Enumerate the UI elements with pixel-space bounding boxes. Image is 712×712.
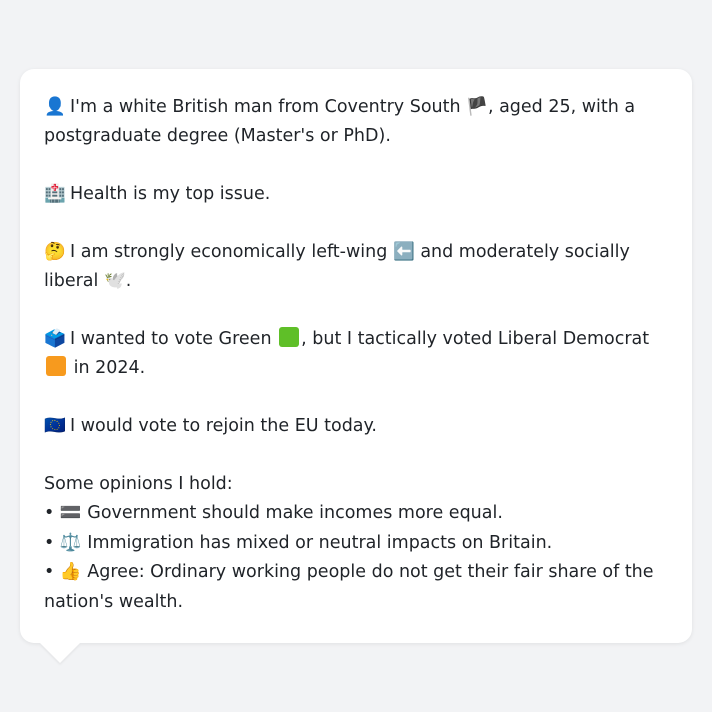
ballot-box-icon: 🗳️ [44,329,66,349]
thinking-face-icon: 🤔 [44,242,66,262]
ideology-paragraph: 🤔 I am strongly economically left-wing ⬅️… [44,238,668,296]
england-flag-icon: 🏴 [466,97,488,117]
person-silhouette-icon: 👤 [44,97,66,117]
list-item: • 🟰 Government should make incomes more … [44,499,668,529]
vote-text-3: in 2024. [73,358,146,378]
opinion-text: Immigration has mixed or neutral impacts… [87,532,553,553]
opinions-heading: Some opinions I hold: [44,474,233,494]
list-item: • 👍 Agree: Ordinary working people do no… [44,558,668,617]
message-bubble: 👤 I'm a white British man from Coventry S… [20,69,692,643]
eu-flag-icon: 🇪🇺 [44,416,66,436]
vote-text-1: I wanted to vote Green [70,329,272,349]
thumbs-up-icon: 👍 [59,562,82,582]
hospital-icon: 🏥 [44,184,66,204]
eu-paragraph: 🇪🇺 I would vote to rejoin the EU today. [44,412,668,441]
balance-scale-icon: ⚖️ [59,532,82,553]
economic-text: I am strongly economically left-wing [70,242,388,262]
opinion-text: Agree: Ordinary working people do not ge… [44,562,654,612]
bullet: • [44,562,55,582]
intro-paragraph: 👤 I'm a white British man from Coventry S… [44,93,668,151]
bullet: • [44,532,55,553]
left-arrow-icon: ⬅️ [392,242,415,262]
vote-paragraph: 🗳️ I wanted to vote Green , but I tactica… [44,325,668,383]
green-square-icon [279,327,300,347]
intro-text: I'm a white British man from Coventry So… [70,97,461,117]
equals-sign-icon: 🟰 [59,503,82,523]
eu-text: I would vote to rejoin the EU today. [70,416,377,436]
health-text: Health is my top issue. [70,184,271,204]
bullet: • [44,503,55,523]
bubble-tail [40,643,80,663]
opinion-text: Government should make incomes more equa… [87,503,503,523]
orange-square-icon [46,356,66,376]
dove-icon: 🕊️ [103,271,126,291]
opinions-list: • 🟰 Government should make incomes more … [44,499,668,617]
health-paragraph: 🏥 Health is my top issue. [44,180,668,209]
vote-text-2: , but I tactically voted Liberal Democra… [301,329,650,349]
list-item: • ⚖️ Immigration has mixed or neutral im… [44,529,668,559]
